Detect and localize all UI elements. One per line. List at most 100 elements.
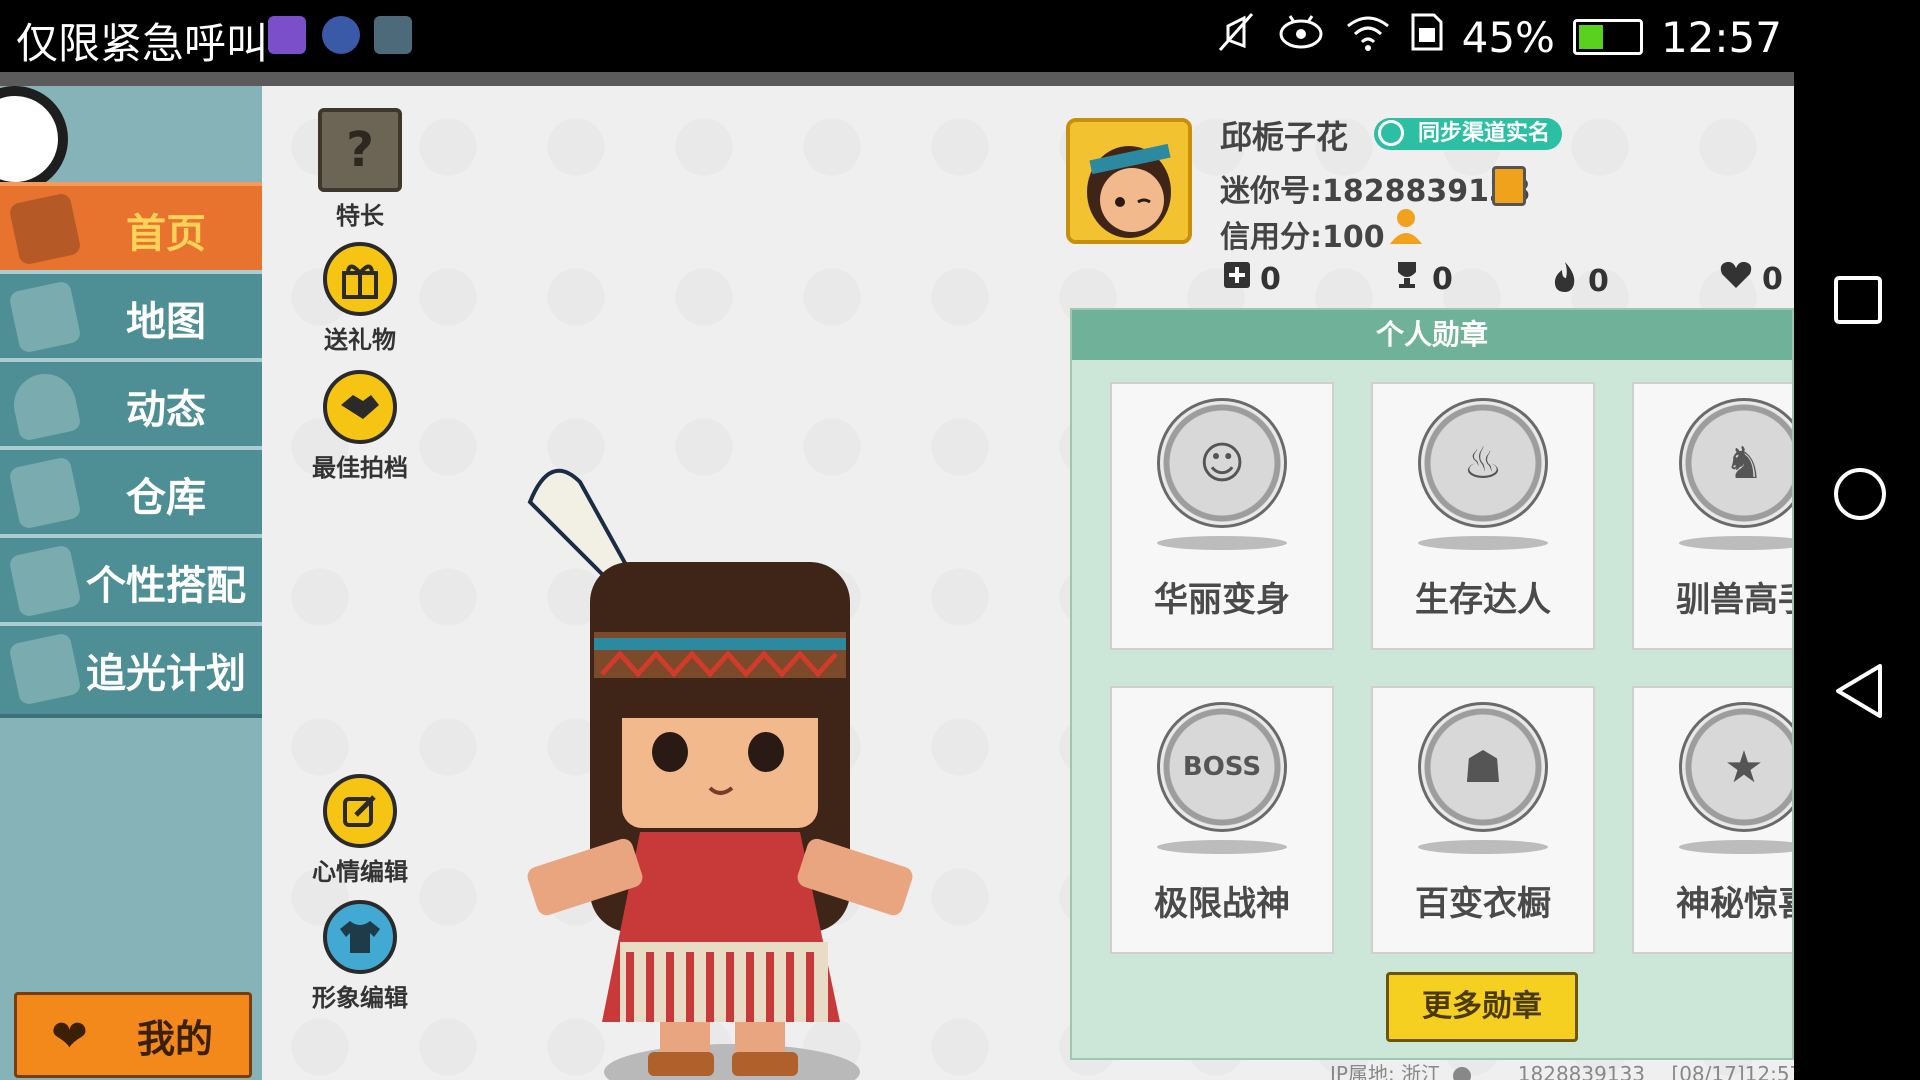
credit-user-icon[interactable] — [1386, 206, 1426, 246]
stat-value: 0 — [1762, 261, 1783, 297]
boss-medal-icon: BOSS — [1157, 702, 1287, 832]
player-name: 邱栀子花 — [1220, 118, 1349, 156]
sidebar-item-label: 首页 — [126, 211, 206, 257]
medal-card[interactable]: ☗ 百变衣橱 — [1371, 686, 1595, 954]
medal-name: 百变衣橱 — [1415, 884, 1551, 924]
trophy-icon — [1390, 260, 1424, 298]
eye-comfort-icon — [1276, 10, 1326, 64]
medal-shadow — [1679, 536, 1792, 550]
image-edit-label: 形象编辑 — [312, 984, 408, 1012]
medal-name: 驯兽高手 — [1676, 580, 1792, 620]
recent-apps-icon[interactable] — [1832, 274, 1884, 330]
medal-name: 极限战神 — [1154, 884, 1290, 924]
sidebar-item-label: 个性搭配 — [86, 563, 246, 609]
sidebar-item-map[interactable]: 地图 — [0, 270, 262, 366]
medals-title: 个人勋章 — [1072, 310, 1792, 360]
profile-avatar[interactable] — [1066, 118, 1192, 244]
medal-shadow — [1157, 840, 1287, 854]
medal-card[interactable]: BOSS 极限战神 — [1110, 686, 1334, 954]
sidebar-item-label: 动态 — [126, 387, 206, 433]
home-icon[interactable] — [1832, 466, 1888, 526]
sim-icon — [1410, 12, 1444, 62]
status-bar: 仅限紧急呼叫 45% 12:57 — [0, 0, 1920, 72]
flame-icon — [1550, 260, 1580, 302]
stat-flame: 0 — [1550, 260, 1609, 302]
badge-label: 同步渠道实名 — [1418, 121, 1551, 146]
handshake-icon — [323, 370, 397, 444]
credit-score: 信用分:100 — [1220, 220, 1385, 255]
medals-panel: 个人勋章 ☺ 华丽变身 ♨ 生存达人 ♞ 驯兽高手 BOSS 极限战神 ☗ 百变… — [1070, 308, 1794, 1060]
sidebar-item-label: 追光计划 — [86, 651, 246, 697]
gift-icon — [323, 242, 397, 316]
back-icon[interactable] — [1832, 662, 1886, 724]
medal-name: 华丽变身 — [1154, 580, 1290, 620]
star-plan-icon — [8, 632, 82, 706]
sidebar-item-outfit[interactable]: 个性搭配 — [0, 534, 262, 630]
stat-likes: 0 — [1222, 260, 1281, 298]
android-nav-bar — [1794, 72, 1920, 1080]
mood-edit-button[interactable]: 心情编辑 — [300, 774, 420, 887]
game-screen: 首页 地图 动态 仓库 个性搭配 追光计划 ❤ 我的 ? 特长 送礼物 最佳拍档… — [0, 72, 1794, 1080]
realname-badge[interactable]: 同步渠道实名 — [1374, 118, 1563, 150]
ip-location: IP属地: 浙江 — [1330, 1062, 1442, 1080]
edit-icon — [323, 774, 397, 848]
medal-name: 生存达人 — [1415, 580, 1551, 620]
battery-icon — [1572, 19, 1643, 55]
specialty-button[interactable]: ? 特长 — [300, 108, 420, 231]
specialty-label: 特长 — [336, 202, 384, 230]
copy-icon[interactable] — [1492, 166, 1526, 206]
medal-card[interactable]: ♞ 驯兽高手 — [1632, 382, 1792, 650]
game-notification-icon — [374, 16, 412, 54]
send-gift-label: 送礼物 — [324, 326, 396, 354]
footer-time: [08/17]12:57 — [1671, 1062, 1794, 1080]
outfit-icon — [8, 544, 82, 618]
image-edit-button[interactable]: 形象编辑 — [300, 900, 420, 1013]
medal-name: 神秘惊喜 — [1676, 884, 1792, 924]
heart-icon — [1718, 260, 1754, 298]
send-gift-button[interactable]: 送礼物 — [300, 242, 420, 355]
medal-card[interactable]: ♨ 生存达人 — [1371, 382, 1595, 650]
medal-shadow — [1679, 840, 1792, 854]
campfire-medal-icon: ♨ — [1418, 398, 1548, 528]
medal-card[interactable]: ★ 神秘惊喜 — [1632, 686, 1792, 954]
user-verified-icon — [1378, 120, 1404, 146]
mute-icon — [1214, 10, 1258, 64]
clock: 12:57 — [1660, 12, 1782, 62]
sidebar-item-label: 地图 — [126, 299, 206, 345]
medal-shadow — [1418, 536, 1548, 550]
sidebar-item-home[interactable]: 首页 — [0, 182, 262, 278]
map-icon — [8, 280, 82, 354]
best-partner-button[interactable]: 最佳拍档 — [300, 370, 420, 483]
shirt-icon — [323, 900, 397, 974]
gallery-notification-icon — [268, 16, 306, 54]
player-character-avatar[interactable] — [510, 422, 940, 1080]
mini-id: 迷你号:1828839133 — [1220, 174, 1531, 209]
mine-tab-button[interactable]: ❤ 我的 — [14, 992, 252, 1078]
back-circle-button[interactable] — [0, 86, 68, 192]
sidebar-item-plan[interactable]: 追光计划 — [0, 622, 262, 718]
status-right: 45% 12:57 — [1214, 10, 1782, 64]
sidebar-item-label: 仓库 — [126, 475, 206, 521]
more-medals-button[interactable]: 更多勋章 — [1386, 972, 1578, 1042]
stat-trophy: 0 — [1390, 260, 1453, 298]
top-strip — [0, 72, 1794, 86]
info-icon[interactable] — [1453, 1066, 1472, 1080]
footer-info: IP属地: 浙江 1828839133 [08/17]12:57 — [1330, 1058, 1794, 1080]
mystery-gift-medal-icon: ★ — [1679, 702, 1792, 832]
sidebar-item-warehouse[interactable]: 仓库 — [0, 446, 262, 542]
stat-value: 0 — [1432, 261, 1453, 297]
wardrobe-medal-icon: ☗ — [1418, 702, 1548, 832]
warehouse-icon — [8, 456, 82, 530]
sidebar-item-feed[interactable]: 动态 — [0, 358, 262, 454]
medal-shadow — [1157, 536, 1287, 550]
house-icon — [8, 192, 82, 266]
horse-rider-medal-icon: ♞ — [1679, 398, 1792, 528]
plus-icon — [1222, 260, 1252, 298]
stat-value: 0 — [1260, 261, 1281, 297]
carrier-text: 仅限紧急呼叫 — [16, 19, 269, 68]
battery-percent: 45% — [1461, 12, 1555, 62]
question-box-icon: ? — [318, 108, 402, 192]
medal-card[interactable]: ☺ 华丽变身 — [1110, 382, 1334, 650]
app-notification-icon — [322, 16, 360, 54]
wifi-icon — [1344, 12, 1392, 62]
